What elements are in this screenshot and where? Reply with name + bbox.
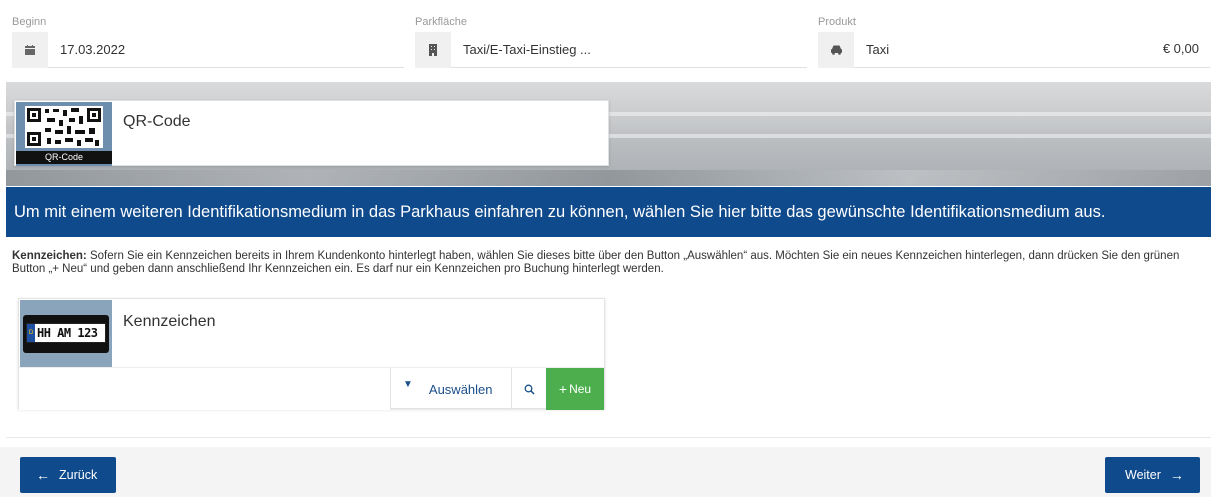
product-value: Taxi <box>866 42 890 57</box>
eu-mark: D <box>27 323 35 342</box>
qr-code-icon <box>25 106 103 148</box>
plus-icon: + <box>558 381 568 397</box>
price-value: € 0,00 <box>1162 41 1199 56</box>
footer-bar: ← Zurück Weiter → <box>0 447 1211 497</box>
new-plate-label: Neu <box>569 382 592 396</box>
qr-code-title: QR-Code <box>123 113 191 130</box>
qr-hero: QR-Code QR-Code <box>6 82 1211 186</box>
license-plate-thumbnail: D HH AM 123 <box>20 300 112 367</box>
back-button[interactable]: ← Zurück <box>20 457 116 493</box>
info-banner: Um mit einem weiteren Identifikationsmed… <box>6 187 1211 237</box>
plate-description: Kennzeichen: Sofern Sie ein Kennzeichen … <box>12 250 1202 276</box>
caret-down-icon: ▼ <box>403 378 413 390</box>
plate-description-heading: Kennzeichen: <box>12 250 87 262</box>
arrow-left-icon: ← <box>36 467 50 483</box>
parking-value: Taxi/E-Taxi-Einstieg ... <box>463 42 591 57</box>
license-plate-icon: D HH AM 123 <box>23 314 109 353</box>
product-field: Produkt Taxi <box>810 10 1210 72</box>
new-plate-button[interactable]: + Neu <box>546 368 604 410</box>
begin-box: 17.03.2022 <box>12 31 404 68</box>
qr-thumb-label: QR-Code <box>16 151 112 164</box>
select-plate-label: Auswählen <box>428 381 493 397</box>
license-plate-input[interactable] <box>19 368 391 410</box>
search-icon <box>524 384 535 395</box>
car-icon <box>818 31 854 68</box>
building-icon <box>415 31 451 68</box>
qr-code-card[interactable]: QR-Code QR-Code <box>14 100 609 166</box>
search-plate-button[interactable] <box>512 368 546 410</box>
license-plate-face: D HH AM 123 <box>26 322 106 343</box>
next-button[interactable]: Weiter → <box>1105 457 1200 493</box>
next-button-label: Weiter <box>1125 468 1161 482</box>
plate-description-text: Sofern Sie ein Kennzeichen bereits in Ih… <box>12 250 1180 275</box>
begin-value: 17.03.2022 <box>60 42 126 57</box>
parking-box: Taxi/E-Taxi-Einstieg ... <box>415 31 807 68</box>
license-plate-card: D HH AM 123 Kennzeichen ▼ Auswählen + Neu <box>18 298 605 410</box>
hero-stripe <box>6 170 1211 186</box>
parking-label: Parkfläche <box>415 16 467 28</box>
qr-code-thumbnail: QR-Code <box>16 102 112 166</box>
license-plate-title: Kennzeichen <box>123 313 216 330</box>
booking-summary: Beginn 17.03.2022 Parkfläche Taxi/E-Taxi… <box>0 0 1211 82</box>
parking-field: Parkfläche Taxi/E-Taxi-Einstieg ... <box>407 10 807 72</box>
product-label: Produkt <box>818 16 856 28</box>
product-box: Taxi <box>818 31 1210 68</box>
arrow-right-icon: → <box>1169 467 1184 483</box>
calendar-icon <box>12 31 48 68</box>
license-plate-controls: ▼ Auswählen + Neu <box>19 367 604 410</box>
begin-label: Beginn <box>12 16 47 28</box>
select-plate-button[interactable]: ▼ Auswählen <box>391 368 512 410</box>
content-divider <box>6 437 1211 438</box>
license-plate-sample: HH AM 123 <box>37 325 98 340</box>
back-button-label: Zurück <box>59 468 98 482</box>
begin-field: Beginn 17.03.2022 <box>4 10 404 72</box>
